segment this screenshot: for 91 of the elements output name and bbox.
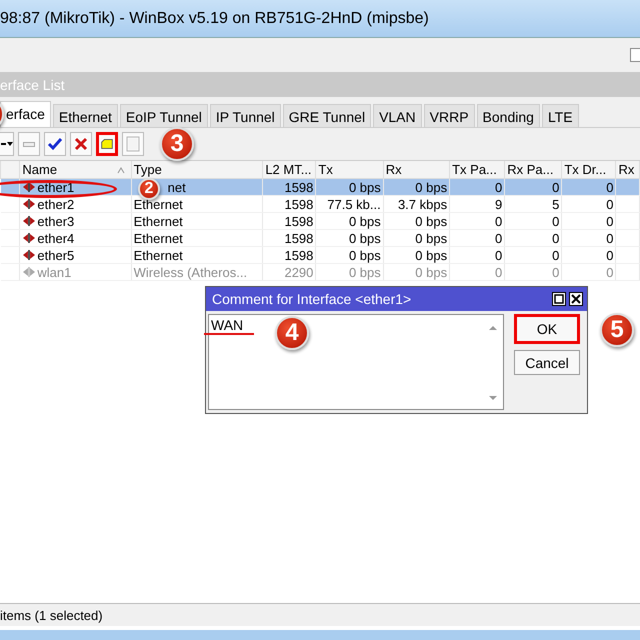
table-cell: 1598 bbox=[284, 248, 314, 262]
table-cell: 0 bps bbox=[348, 230, 381, 246]
table-cell: 0 bps bbox=[348, 248, 381, 262]
tab[interactable]: erface bbox=[0, 101, 51, 127]
table-cell: 0 bbox=[552, 264, 560, 280]
toolbar-button[interactable] bbox=[44, 132, 66, 156]
table-cell: 0 bbox=[606, 180, 614, 194]
table-cell: 0 bps bbox=[415, 248, 448, 262]
table-cell: 0 bbox=[552, 214, 560, 228]
table-cell: 0 bps bbox=[415, 214, 448, 228]
table-cell: 1598 bbox=[284, 214, 314, 228]
table-cell: ether3 bbox=[37, 214, 74, 228]
toolbar-button[interactable] bbox=[0, 132, 14, 156]
interface-icon bbox=[22, 232, 36, 244]
maximize-icon[interactable] bbox=[552, 292, 566, 306]
table-cell: Ethernet bbox=[134, 214, 183, 228]
table-cell: ether2 bbox=[37, 196, 74, 212]
tab[interactable]: LTE bbox=[542, 104, 579, 127]
table-cell: ether5 bbox=[37, 248, 74, 262]
table-cell: 0 bbox=[494, 214, 502, 228]
column-header[interactable]: Type bbox=[131, 161, 263, 178]
table-row[interactable]: ether3 Ethernet 1598 0 bps 0 bps 0 0 0 bbox=[0, 212, 640, 230]
table-cell: 0 bbox=[552, 230, 560, 246]
table-cell: Wireless (Atheros... bbox=[134, 264, 248, 280]
blank-icon bbox=[124, 134, 142, 154]
table-cell: ether4 bbox=[37, 230, 74, 246]
table-cell: 0 bbox=[606, 214, 614, 228]
dialog-title: Comment for Interface <ether1> bbox=[212, 291, 412, 307]
table-cell: net bbox=[168, 180, 186, 194]
table-cell: 0 bps bbox=[415, 180, 448, 194]
table-cell: 1598 bbox=[284, 230, 314, 246]
interface-icon bbox=[22, 266, 36, 278]
table-cell: 0 bps bbox=[415, 230, 448, 246]
dialog-button[interactable]: Cancel bbox=[514, 350, 580, 375]
table-cell: 0 bbox=[494, 230, 502, 246]
interface-icon bbox=[22, 198, 36, 210]
toolbar-button[interactable] bbox=[96, 132, 118, 156]
table-cell: 0 bbox=[606, 196, 614, 212]
table-cell: 9 bbox=[494, 196, 502, 212]
table-cell: 77.5 kb... bbox=[327, 196, 381, 212]
tab[interactable]: VLAN bbox=[373, 104, 422, 127]
table-cell: 3.7 kbps bbox=[398, 196, 448, 212]
table-cell: 2290 bbox=[284, 264, 314, 280]
table-cell: 0 bbox=[494, 264, 502, 280]
tab[interactable]: GRE Tunnel bbox=[282, 104, 372, 127]
tab[interactable]: IP Tunnel bbox=[210, 104, 281, 127]
table-row[interactable]: ether4 Ethernet 1598 0 bps 0 bps 0 0 0 bbox=[0, 230, 640, 246]
table-cell: 0 bbox=[552, 248, 560, 262]
table-cell: wlan1 bbox=[37, 264, 72, 280]
window-title: 98:87 (MikroTik) - WinBox v5.19 on RB751G-2HnD (mipsbe) bbox=[0, 10, 429, 28]
column-header[interactable]: Name bbox=[20, 161, 132, 178]
interface-icon bbox=[22, 180, 36, 192]
sort-icon bbox=[116, 166, 125, 174]
table-cell: 0 bps bbox=[348, 214, 381, 228]
dialog-button[interactable]: OK bbox=[514, 314, 580, 344]
interface-icon bbox=[22, 214, 36, 226]
table-cell: 0 bps bbox=[415, 264, 448, 280]
tab[interactable]: EoIP Tunnel bbox=[120, 104, 208, 127]
table-cell: 0 bbox=[606, 230, 614, 246]
table-cell: 0 bbox=[552, 180, 560, 194]
column-header[interactable]: Tx bbox=[316, 161, 384, 178]
tab[interactable]: Bonding bbox=[476, 104, 540, 127]
minus-icon bbox=[23, 142, 35, 146]
table-cell: 0 bbox=[494, 180, 502, 194]
table-cell: 0 bbox=[606, 264, 614, 280]
table-cell: 1598 bbox=[284, 196, 314, 212]
column-header[interactable]: Tx Pa... bbox=[450, 161, 505, 178]
tab[interactable]: VRRP bbox=[424, 104, 475, 127]
column-header[interactable]: L2 MT... bbox=[262, 161, 316, 178]
close-icon[interactable] bbox=[569, 292, 583, 306]
table-cell: Ethernet bbox=[134, 248, 183, 262]
underline-mark bbox=[204, 333, 254, 335]
table-cell: 0 bps bbox=[348, 180, 381, 194]
checkbox[interactable] bbox=[630, 48, 640, 62]
table-cell: 0 bps bbox=[348, 264, 381, 280]
table-cell: 0 bbox=[606, 248, 614, 262]
column-header[interactable]: Rx bbox=[616, 161, 640, 178]
tab[interactable]: Ethernet bbox=[52, 104, 118, 127]
table-cell: Ethernet bbox=[134, 230, 183, 246]
table-row[interactable]: ether2 Ethernet 1598 77.5 kb... 3.7 kbps 9 5 0 bbox=[0, 196, 640, 212]
status-text: items (1 selected) bbox=[0, 608, 103, 622]
table-cell: 5 bbox=[552, 196, 560, 212]
table-cell: 1598 bbox=[284, 180, 314, 194]
column-header[interactable]: Rx Pa... bbox=[504, 161, 562, 178]
table-row[interactable]: ether5 Ethernet 1598 0 bps 0 bps 0 0 0 bbox=[0, 246, 640, 264]
table-cell: 0 bbox=[494, 248, 502, 262]
table-cell: ether1 bbox=[37, 180, 74, 194]
interface-icon bbox=[22, 248, 36, 260]
caret-icon bbox=[0, 142, 12, 146]
column-header[interactable]: Rx bbox=[383, 161, 450, 178]
column-header[interactable]: Tx Dr... bbox=[562, 161, 616, 178]
